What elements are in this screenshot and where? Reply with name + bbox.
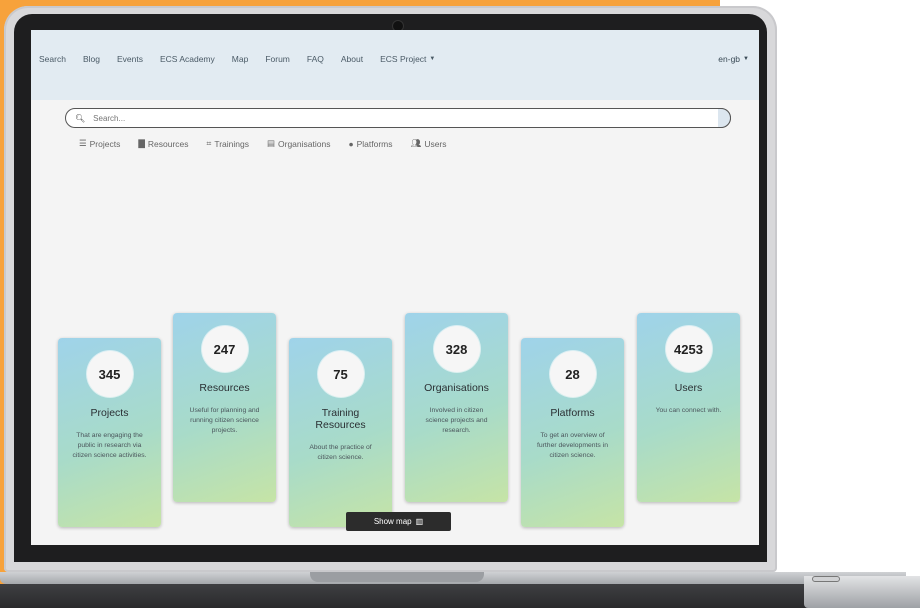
count-badge: 345	[86, 351, 133, 397]
map-icon: ▥	[415, 517, 424, 526]
book-icon: ▇	[138, 138, 145, 148]
card-title: Organisations	[424, 382, 489, 394]
tab-projects[interactable]: ☰ Projects	[79, 138, 120, 149]
caret-down-icon: ▼	[743, 56, 749, 62]
nav-item-map[interactable]: Map	[232, 54, 249, 64]
stat-card-organisations[interactable]: 328 Organisations Involved in citizen sc…	[405, 313, 508, 502]
chalkboard-icon: ⌗	[206, 138, 212, 148]
count-badge: 4253	[665, 326, 712, 372]
nav-item-ecs-project-label: ECS Project	[380, 54, 427, 64]
caret-down-icon: ▼	[429, 56, 436, 62]
nav-item-events[interactable]: Events	[117, 54, 143, 64]
tab-users-label: Users	[424, 138, 447, 149]
laptop-base-shadow	[0, 584, 920, 608]
laptop-hinge-notch	[310, 572, 484, 582]
tab-trainings[interactable]: ⌗ Trainings	[207, 138, 249, 149]
stat-card-resources[interactable]: 247 Resources Useful for planning and ru…	[173, 313, 276, 502]
nav-item-faq[interactable]: FAQ	[307, 54, 324, 64]
building-icon: ▤	[266, 138, 276, 148]
card-description: Useful for planning and running citizen …	[189, 407, 260, 434]
stat-card-training-resources[interactable]: 75 Training Resources About the practice…	[289, 338, 392, 527]
count-badge: 28	[549, 351, 596, 397]
stat-card-projects[interactable]: 345 Projects That are engaging the publi…	[58, 338, 161, 527]
card-description: To get an overview of further developmen…	[536, 432, 609, 459]
card-title: Users	[674, 382, 703, 394]
nav-item-ecs-project[interactable]: ECS Project ▼	[380, 54, 435, 64]
laptop-port	[812, 576, 840, 582]
nav-menu: Search Blog Events ECS Academy Map Forum…	[39, 54, 435, 64]
tab-projects-label: Projects	[89, 138, 121, 149]
count-badge: 75	[317, 351, 364, 397]
globe-icon: ●	[348, 138, 354, 149]
tab-platforms[interactable]: ● Platforms	[348, 138, 392, 149]
language-selector[interactable]: en-gb ▼	[718, 54, 749, 64]
tab-organisations[interactable]: ▤ Organisations	[267, 138, 330, 149]
show-map-label: Show map	[373, 517, 412, 526]
nav-item-about[interactable]: About	[341, 54, 363, 64]
card-description: You can connect with.	[655, 407, 722, 414]
nav-item-ecs-academy[interactable]: ECS Academy	[160, 54, 215, 64]
nav-item-forum[interactable]: Forum	[265, 54, 290, 64]
nav-item-blog[interactable]: Blog	[83, 54, 100, 64]
card-title: Platforms	[550, 407, 595, 419]
tab-organisations-label: Organisations	[278, 138, 331, 149]
category-tabs: ☰ Projects ▇ Resources ⌗ Trainings ▤ Organis…	[79, 138, 447, 149]
top-navigation: Search Blog Events ECS Academy Map Forum…	[31, 30, 759, 100]
stat-card-platforms[interactable]: 28 Platforms To get an overview of furth…	[521, 338, 624, 527]
tab-users[interactable]: 👥︎ Users	[411, 138, 447, 149]
count-badge: 328	[433, 326, 480, 372]
nav-item-search[interactable]: Search	[39, 54, 66, 64]
card-description: About the practice of citizen science.	[309, 444, 372, 461]
stat-card-users[interactable]: 4253 Users You can connect with.	[637, 313, 740, 502]
tab-platforms-label: Platforms	[356, 138, 393, 149]
list-icon: ☰	[79, 138, 87, 148]
card-description: That are engaging the public in research…	[72, 432, 147, 459]
language-label: en-gb	[718, 54, 741, 64]
search-icon[interactable]: 🔍︎	[75, 114, 85, 123]
card-title: Training Resources	[315, 407, 366, 431]
users-icon: 👥︎	[410, 138, 422, 148]
search-bar: 🔍︎	[65, 108, 731, 128]
tab-trainings-label: Trainings	[214, 138, 249, 149]
tab-resources-label: Resources	[147, 138, 189, 149]
count-badge: 247	[201, 326, 248, 372]
card-description: Involved in citizen science projects and…	[425, 407, 488, 434]
show-map-button[interactable]: Show map ▥	[346, 512, 451, 531]
search-input[interactable]	[91, 112, 696, 124]
card-title: Resources	[199, 382, 250, 394]
tab-resources[interactable]: ▇ Resources	[138, 138, 188, 149]
card-title: Projects	[90, 407, 129, 419]
browser-screen: Search Blog Events ECS Academy Map Forum…	[31, 30, 759, 545]
